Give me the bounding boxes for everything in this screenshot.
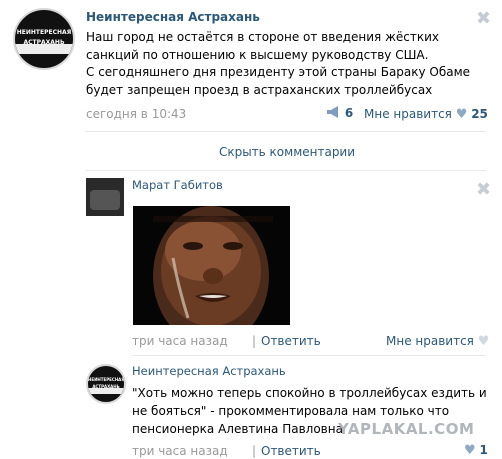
post-line: С сегодняшнего дня президенту этой стран… xyxy=(86,65,471,79)
post-time[interactable]: сегодня в 10:43 xyxy=(86,107,186,121)
face-illustration xyxy=(133,206,290,325)
post-avatar[interactable]: НЕИНТЕРЕСНАЯ АСТРАХАНЬ xyxy=(13,8,75,70)
hide-comments-link[interactable]: Скрыть комментарии xyxy=(0,145,502,159)
divider xyxy=(86,131,486,132)
like-label: Мне нравится xyxy=(364,107,452,121)
watermark: YAPLAKAL.COM xyxy=(338,420,475,438)
like-button[interactable]: Мне нравится ♥ xyxy=(386,334,489,349)
reply-button[interactable]: Ответить xyxy=(261,334,321,348)
like-label: Мне нравится xyxy=(386,334,474,348)
close-icon[interactable]: ✖ xyxy=(476,181,491,199)
comment-avatar[interactable]: НЕИНТЕРЕСНАЯ АСТРАХАНЬ xyxy=(86,364,126,404)
comment-line: "Хоть можно теперь спокойно в троллейбус… xyxy=(132,386,487,400)
repost-button[interactable]: 6 xyxy=(326,106,353,120)
comment-author[interactable]: Неинтересная Астрахань xyxy=(132,364,286,378)
post-text: Наш город не остаётся в стороне от введе… xyxy=(86,29,486,99)
divider xyxy=(132,355,486,356)
comment-separator: | xyxy=(252,444,257,458)
post-author[interactable]: Неинтересная Астрахань xyxy=(86,10,260,24)
avatar-text: НЕИНТЕРЕСНАЯ АСТРАХАНЬ xyxy=(88,377,125,389)
avatar-text: НЕИНТЕРЕСНАЯ АСТРАХАНЬ xyxy=(16,29,72,46)
like-button[interactable]: ♥ 1 xyxy=(464,443,488,458)
like-button[interactable]: Мне нравится ♥ 25 xyxy=(364,107,488,122)
comment-time[interactable]: три часа назад xyxy=(132,334,228,348)
heart-icon: ♥ xyxy=(477,334,490,349)
comment-avatar[interactable] xyxy=(86,178,124,216)
heart-icon: ♥ xyxy=(455,107,468,122)
post-line: будет запрещен проезд в астраханских тро… xyxy=(86,82,433,97)
divider xyxy=(86,170,486,171)
heart-icon: ♥ xyxy=(464,443,476,458)
megaphone-icon xyxy=(327,106,338,118)
comment-line: не бояться" - прокомментировала нам толь… xyxy=(132,404,450,418)
like-count: 25 xyxy=(471,107,488,121)
post-line: санкций по отношению к высшему руководст… xyxy=(86,47,429,62)
comment-separator: | xyxy=(252,334,257,348)
like-count: 1 xyxy=(479,443,488,457)
comment-author[interactable]: Марат Габитов xyxy=(132,178,223,192)
close-icon[interactable]: ✖ xyxy=(476,10,491,28)
repost-count: 6 xyxy=(344,106,354,120)
avatar-shadow xyxy=(90,190,120,210)
reply-button[interactable]: Ответить xyxy=(261,444,321,458)
comment-time[interactable]: три часа назад xyxy=(132,444,228,458)
post-line: Наш город не остаётся в стороне от введе… xyxy=(86,30,439,44)
comment-photo[interactable] xyxy=(133,206,290,325)
